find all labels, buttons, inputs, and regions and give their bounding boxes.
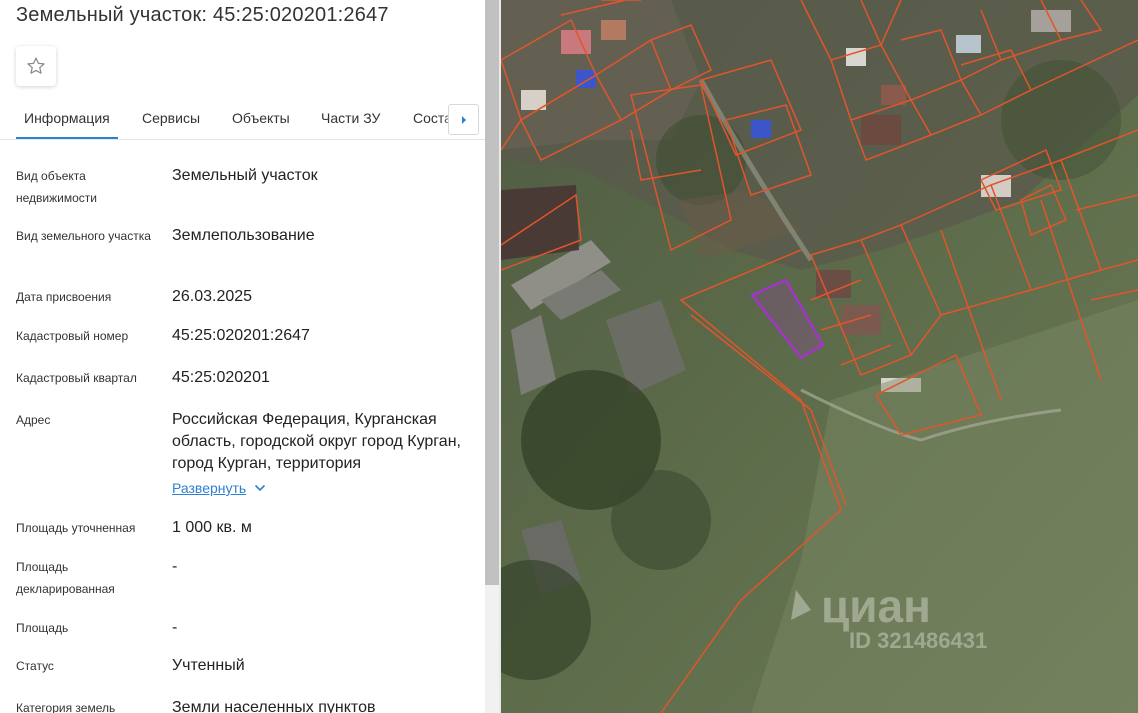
field-label: Дата присвоения bbox=[16, 290, 112, 304]
star-icon bbox=[27, 57, 45, 74]
watermark-brand: циан bbox=[821, 580, 931, 632]
field-label: Категория земель bbox=[16, 701, 116, 713]
field-label: Вид земельного участка bbox=[16, 229, 151, 243]
field-label: Вид объекта недвижимости bbox=[16, 169, 97, 205]
roof bbox=[861, 115, 901, 145]
info-panel: Земельный участок: 45:25:020201:2647 Инф… bbox=[0, 0, 485, 713]
tab-land-parts[interactable]: Части ЗУ bbox=[321, 100, 380, 139]
tabs-next-button[interactable] bbox=[448, 104, 479, 135]
panel-scrollbar[interactable] bbox=[485, 0, 499, 713]
field-value: Земельный участок bbox=[172, 167, 318, 184]
field-value: 45:25:020201 bbox=[172, 369, 270, 386]
tree-cluster bbox=[611, 470, 711, 570]
field-value: 45:25:020201:2647 bbox=[172, 327, 310, 344]
map-canvas: циан ID 321486431 bbox=[501, 0, 1138, 713]
roof bbox=[601, 20, 626, 40]
satellite-map[interactable]: циан ID 321486431 bbox=[501, 0, 1138, 713]
roof bbox=[561, 30, 591, 54]
tab-objects[interactable]: Объекты bbox=[232, 100, 290, 139]
tab-information[interactable]: Информация bbox=[16, 100, 118, 139]
field-value: 1 000 кв. м bbox=[172, 519, 252, 536]
address-value: Российская Федерация, Курганская область… bbox=[172, 411, 461, 472]
field-label: Кадастровый номер bbox=[16, 329, 129, 343]
field-value: Земли населенных пунктов bbox=[172, 699, 376, 713]
field-value: - bbox=[172, 619, 178, 636]
expand-address-link[interactable]: Развернуть bbox=[172, 477, 266, 499]
field-value: 26.03.2025 bbox=[172, 288, 253, 305]
caret-right-icon bbox=[461, 115, 466, 124]
roof bbox=[841, 305, 881, 335]
address-block: Российская Федерация, Курганская область… bbox=[172, 409, 472, 500]
tab-bar: Информация Сервисы Объекты Части ЗУ Сост… bbox=[0, 100, 485, 140]
tree-cluster bbox=[656, 115, 746, 205]
field-value: Землепользование bbox=[172, 227, 315, 244]
roof bbox=[956, 35, 981, 53]
scrollbar-thumb[interactable] bbox=[485, 0, 499, 585]
field-label: Кадастровый квартал bbox=[16, 371, 137, 385]
field-label: Площадь декларированная bbox=[16, 560, 115, 596]
page-title: Земельный участок: 45:25:020201:2647 bbox=[16, 4, 389, 26]
watermark-id: ID 321486431 bbox=[849, 628, 987, 653]
field-label: Статус bbox=[16, 659, 54, 673]
field-label: Адрес bbox=[16, 413, 51, 427]
field-value: Учтенный bbox=[172, 657, 245, 674]
roof bbox=[881, 85, 906, 105]
roof bbox=[751, 120, 771, 138]
field-value: - bbox=[172, 558, 178, 575]
tab-services[interactable]: Сервисы bbox=[142, 100, 200, 139]
chevron-down-icon bbox=[255, 484, 266, 492]
field-label: Площадь уточненная bbox=[16, 521, 136, 535]
favorite-button[interactable] bbox=[16, 46, 56, 86]
dark-building bbox=[501, 185, 579, 260]
field-label: Площадь bbox=[16, 621, 69, 635]
roof bbox=[816, 270, 851, 298]
expand-label: Развернуть bbox=[172, 480, 247, 496]
